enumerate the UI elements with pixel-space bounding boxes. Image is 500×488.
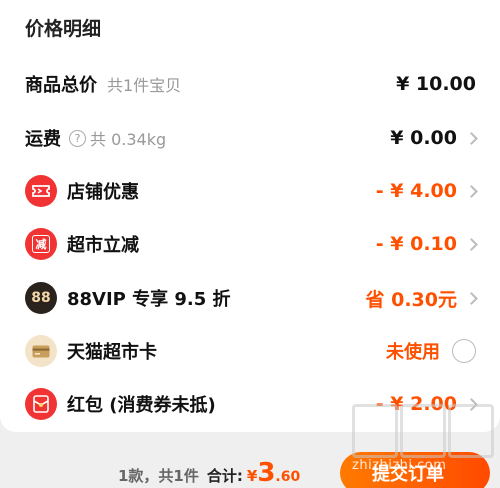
watermark-text: zhizhizhi.com	[352, 458, 447, 473]
row-88vip[interactable]: 88 88VIP 专享 9.5 折 省 0.30元	[0, 278, 500, 318]
row-sublabel: 共1件宝贝	[107, 76, 182, 95]
row-market-reduction[interactable]: 减 超市立减 - ¥ 0.10	[0, 224, 500, 264]
card-icon	[25, 335, 57, 367]
row-label: 88VIP 专享 9.5 折	[67, 289, 231, 310]
row-amount: 未使用	[386, 342, 440, 363]
stamp-glyph: 减	[32, 235, 50, 253]
chevron-right-icon	[465, 184, 478, 198]
row-label: 商品总价	[25, 75, 97, 96]
row-label: 天猫超市卡	[67, 342, 157, 363]
total-integer: 3	[257, 458, 276, 488]
total-label: 合计:	[206, 467, 243, 485]
row-shipping[interactable]: 运费 ? 共 0.34kg ¥ 0.00	[0, 118, 500, 158]
minus-stamp-icon: 减	[25, 228, 57, 260]
row-amount: ¥ 0.00	[390, 127, 457, 149]
ticket-icon	[25, 175, 57, 207]
chevron-right-icon	[465, 131, 478, 145]
help-icon[interactable]: ?	[69, 129, 86, 147]
item-count: 1款，共1件	[118, 467, 199, 485]
row-label: 店铺优惠	[67, 182, 139, 203]
order-summary: 1款，共1件 合计: ¥ 3 .60	[118, 458, 300, 488]
card-title: 价格明细	[25, 18, 102, 40]
total-currency: ¥	[246, 467, 258, 485]
row-label: 超市立减	[67, 235, 139, 256]
vip-88-icon: 88	[25, 282, 57, 314]
price-detail-card: 价格明细 商品总价 共1件宝贝 ¥ 10.00 运费 ? 共 0.34kg ¥ …	[0, 0, 500, 432]
row-amount: ¥ 10.00	[396, 73, 476, 95]
row-label: 红包 (消费券未抵)	[67, 395, 216, 416]
row-tmall-card[interactable]: 天猫超市卡 未使用	[0, 331, 500, 371]
row-label: 运费	[25, 129, 61, 150]
row-amount: - ¥ 0.10	[375, 233, 457, 255]
row-amount: - ¥ 4.00	[375, 180, 457, 202]
chevron-right-icon	[465, 237, 478, 251]
row-sublabel: 共 0.34kg	[90, 130, 167, 149]
red-envelope-icon	[25, 388, 57, 420]
watermark-logo	[352, 404, 494, 458]
chevron-right-icon	[465, 291, 478, 305]
select-radio[interactable]	[452, 339, 476, 363]
row-goods-total: 商品总价 共1件宝贝 ¥ 10.00	[0, 64, 500, 104]
row-amount: 省 0.30元	[365, 288, 458, 311]
row-store-discount[interactable]: 店铺优惠 - ¥ 4.00	[0, 171, 500, 211]
total-decimal: .60	[275, 469, 301, 485]
vip-glyph: 88	[31, 290, 51, 306]
